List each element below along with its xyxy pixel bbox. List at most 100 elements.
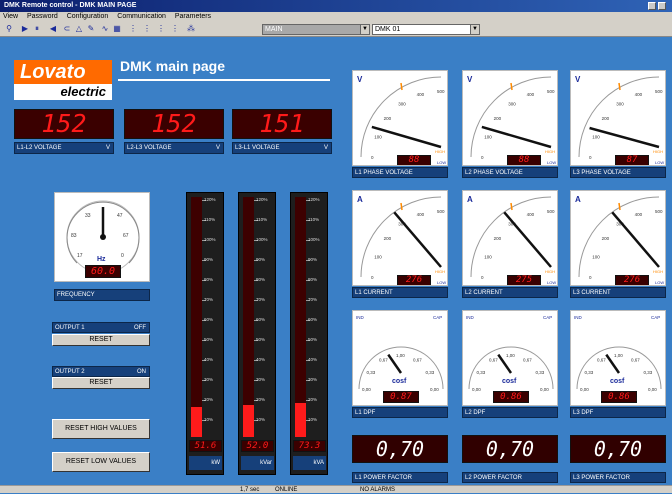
gauge-tick-label: 200 <box>494 236 502 241</box>
l1-power-factor-label: L1 POWER FACTOR <box>352 472 448 483</box>
gauge-tick-label: 0 <box>481 275 484 280</box>
gauge-tick-label: 0 <box>589 155 592 160</box>
gauge-value-display: 0.87 <box>383 391 419 403</box>
kva-display: 73.3 <box>293 440 326 452</box>
edit-icon[interactable]: ✎ <box>86 24 96 34</box>
menu-view[interactable]: View <box>3 13 18 20</box>
gauge-value-display: 87 <box>615 155 649 165</box>
dpf-tick-label: 0,33 <box>477 370 486 375</box>
gauge-dial: 0100200300400500ALOWHIGH <box>575 195 664 285</box>
output-2-state: ON <box>137 369 146 375</box>
gauge-tick-label: 400 <box>635 212 643 217</box>
gauge-tick-label: 500 <box>655 209 663 214</box>
limit-marker <box>618 202 621 211</box>
dpf-tick-label: 0,00 <box>540 387 549 392</box>
chart-icon[interactable]: ⁂ <box>186 24 196 34</box>
bar-tick-label: 100% <box>256 237 268 242</box>
phase-voltage-gauge-2: 0 100 200 300 400 500 V LOW HIGH 88 <box>462 70 558 166</box>
gauge-value-display: 0.86 <box>601 391 637 403</box>
kva-bar-track <box>295 197 306 437</box>
gauge-value-display: 276 <box>615 275 649 285</box>
alarm-icon[interactable]: △ <box>74 24 84 34</box>
limit-marker <box>400 82 403 91</box>
record-icon[interactable]: ◀ <box>48 24 58 34</box>
gauge-label: L3 PHASE VOLTAGE <box>570 167 666 178</box>
table-icon[interactable]: ▦ <box>112 24 122 34</box>
reset-low-values-button[interactable]: RESET LOW VALUES <box>52 452 150 472</box>
phase-voltage-gauge-3: 0 100 200 300 400 500 V LOW HIGH 87 <box>570 70 666 166</box>
menu-password[interactable]: Password <box>27 13 58 20</box>
pause-icon[interactable]: ⏸ <box>32 24 42 34</box>
gauge-label: L2 CURRENT <box>462 287 558 298</box>
high-label: HIGH <box>653 149 663 154</box>
logo-top: Lovato <box>14 60 112 84</box>
kvar-display: 52.0 <box>241 440 274 452</box>
reset-high-values-button[interactable]: RESET HIGH VALUES <box>52 419 150 439</box>
cosphi-symbol: cosf <box>392 378 407 385</box>
connect-icon[interactable]: ⚲ <box>4 24 14 34</box>
dpf-tick-label: 0,33 <box>367 370 376 375</box>
page-b-icon[interactable]: ⋮ <box>142 24 152 34</box>
menu-parameters[interactable]: Parameters <box>175 13 211 20</box>
dpf-tick-label: 0,33 <box>425 370 434 375</box>
kw-bar-fill <box>191 407 202 437</box>
unit-symbol: V <box>357 75 363 84</box>
title-bar: DMK Remote control - DMK MAIN PAGE <box>0 0 672 12</box>
gauge-tick-label: 200 <box>494 116 502 121</box>
dpf-tick-label: 0,33 <box>585 370 594 375</box>
dpf-tick-label: 0,00 <box>648 387 657 392</box>
bar-tick-label: 110% <box>204 217 216 222</box>
ind-label: IND <box>356 315 365 320</box>
kva-unit: kVA <box>293 456 326 470</box>
output-2-reset-button[interactable]: RESET <box>52 377 150 389</box>
l2-l3-voltage-label: L2-L3 VOLTAGE V <box>124 142 224 154</box>
unit-symbol: V <box>575 75 581 84</box>
dpf-tick-label: 0,00 <box>430 387 439 392</box>
bar-tick-label: 90% <box>308 257 318 262</box>
dpf-tick-label: 0,00 <box>580 387 589 392</box>
menu-configuration[interactable]: Configuration <box>67 13 109 20</box>
page-select[interactable]: MAIN ▼ <box>262 24 370 35</box>
gauge-label: L2 DPF <box>462 407 558 418</box>
minimize-button[interactable] <box>648 2 656 10</box>
output-1-reset-button[interactable]: RESET <box>52 334 150 346</box>
phase-voltage-gauge-1: 0 100 200 300 400 500 V LOW HIGH 88 <box>352 70 448 166</box>
gauge-tick-label: 400 <box>635 92 643 97</box>
bar-tick-label: 90% <box>204 257 214 262</box>
toolbar: ⚲ ▶ ⏸ ◀ ⊂ △ ✎ ∿ ▦ ⋮ ⋮ ⋮ ⋮ ⁂ MAIN ▼ DMK 0… <box>0 22 672 37</box>
page-c-icon[interactable]: ⋮ <box>156 24 166 34</box>
bar-tick-label: 40% <box>256 357 266 362</box>
high-label: HIGH <box>545 149 555 154</box>
page-d-icon[interactable]: ⋮ <box>170 24 180 34</box>
restore-button[interactable] <box>658 2 666 10</box>
chevron-down-icon: ▼ <box>360 25 369 34</box>
title-divider <box>118 79 330 81</box>
kva-bar-meter: 120% 110% 100% 90% 80% 70% 60% 50% 40% 30% 20% 10% … <box>290 192 328 475</box>
gauge-label: L1 PHASE VOLTAGE <box>352 167 448 178</box>
status-bar: 1,7 sec ONLINE NO ALARMS <box>0 485 672 493</box>
frequency-unit: Hz <box>97 256 106 263</box>
play-icon[interactable]: ▶ <box>20 24 30 34</box>
page-a-icon[interactable]: ⋮ <box>128 24 138 34</box>
gauge-dial: 0 100 200 300 400 500 V LOW HIGH <box>575 75 664 165</box>
wave-icon[interactable]: ∿ <box>100 24 110 34</box>
device-select[interactable]: DMK 01 ▼ <box>372 24 480 35</box>
dpf-tick-label: 0,67 <box>489 358 498 363</box>
dpf-tick-label: 1,00 <box>506 353 515 358</box>
high-label: HIGH <box>435 149 445 154</box>
gauge-needle <box>611 211 660 268</box>
bar-tick-label: 50% <box>256 337 266 342</box>
device-select-value: DMK 01 <box>375 26 401 33</box>
freq-tick-83: 67 <box>123 233 129 239</box>
low-label: LOW <box>655 280 664 285</box>
l3-l1-voltage-text: L3-L1 VOLTAGE <box>235 145 280 151</box>
menu-communication[interactable]: Communication <box>117 13 166 20</box>
page-title: DMK main page <box>120 58 226 74</box>
gauge-dial: 0100200300400500ALOWHIGH <box>467 195 556 285</box>
kvar-unit: kVar <box>241 456 274 470</box>
bar-tick-label: 80% <box>204 277 214 282</box>
gauge-tick-label: 400 <box>527 92 535 97</box>
gauge-label: L3 DPF <box>570 407 666 418</box>
l1-l2-voltage-label: L1-L2 VOLTAGE V <box>14 142 114 154</box>
link-icon[interactable]: ⊂ <box>62 24 72 34</box>
